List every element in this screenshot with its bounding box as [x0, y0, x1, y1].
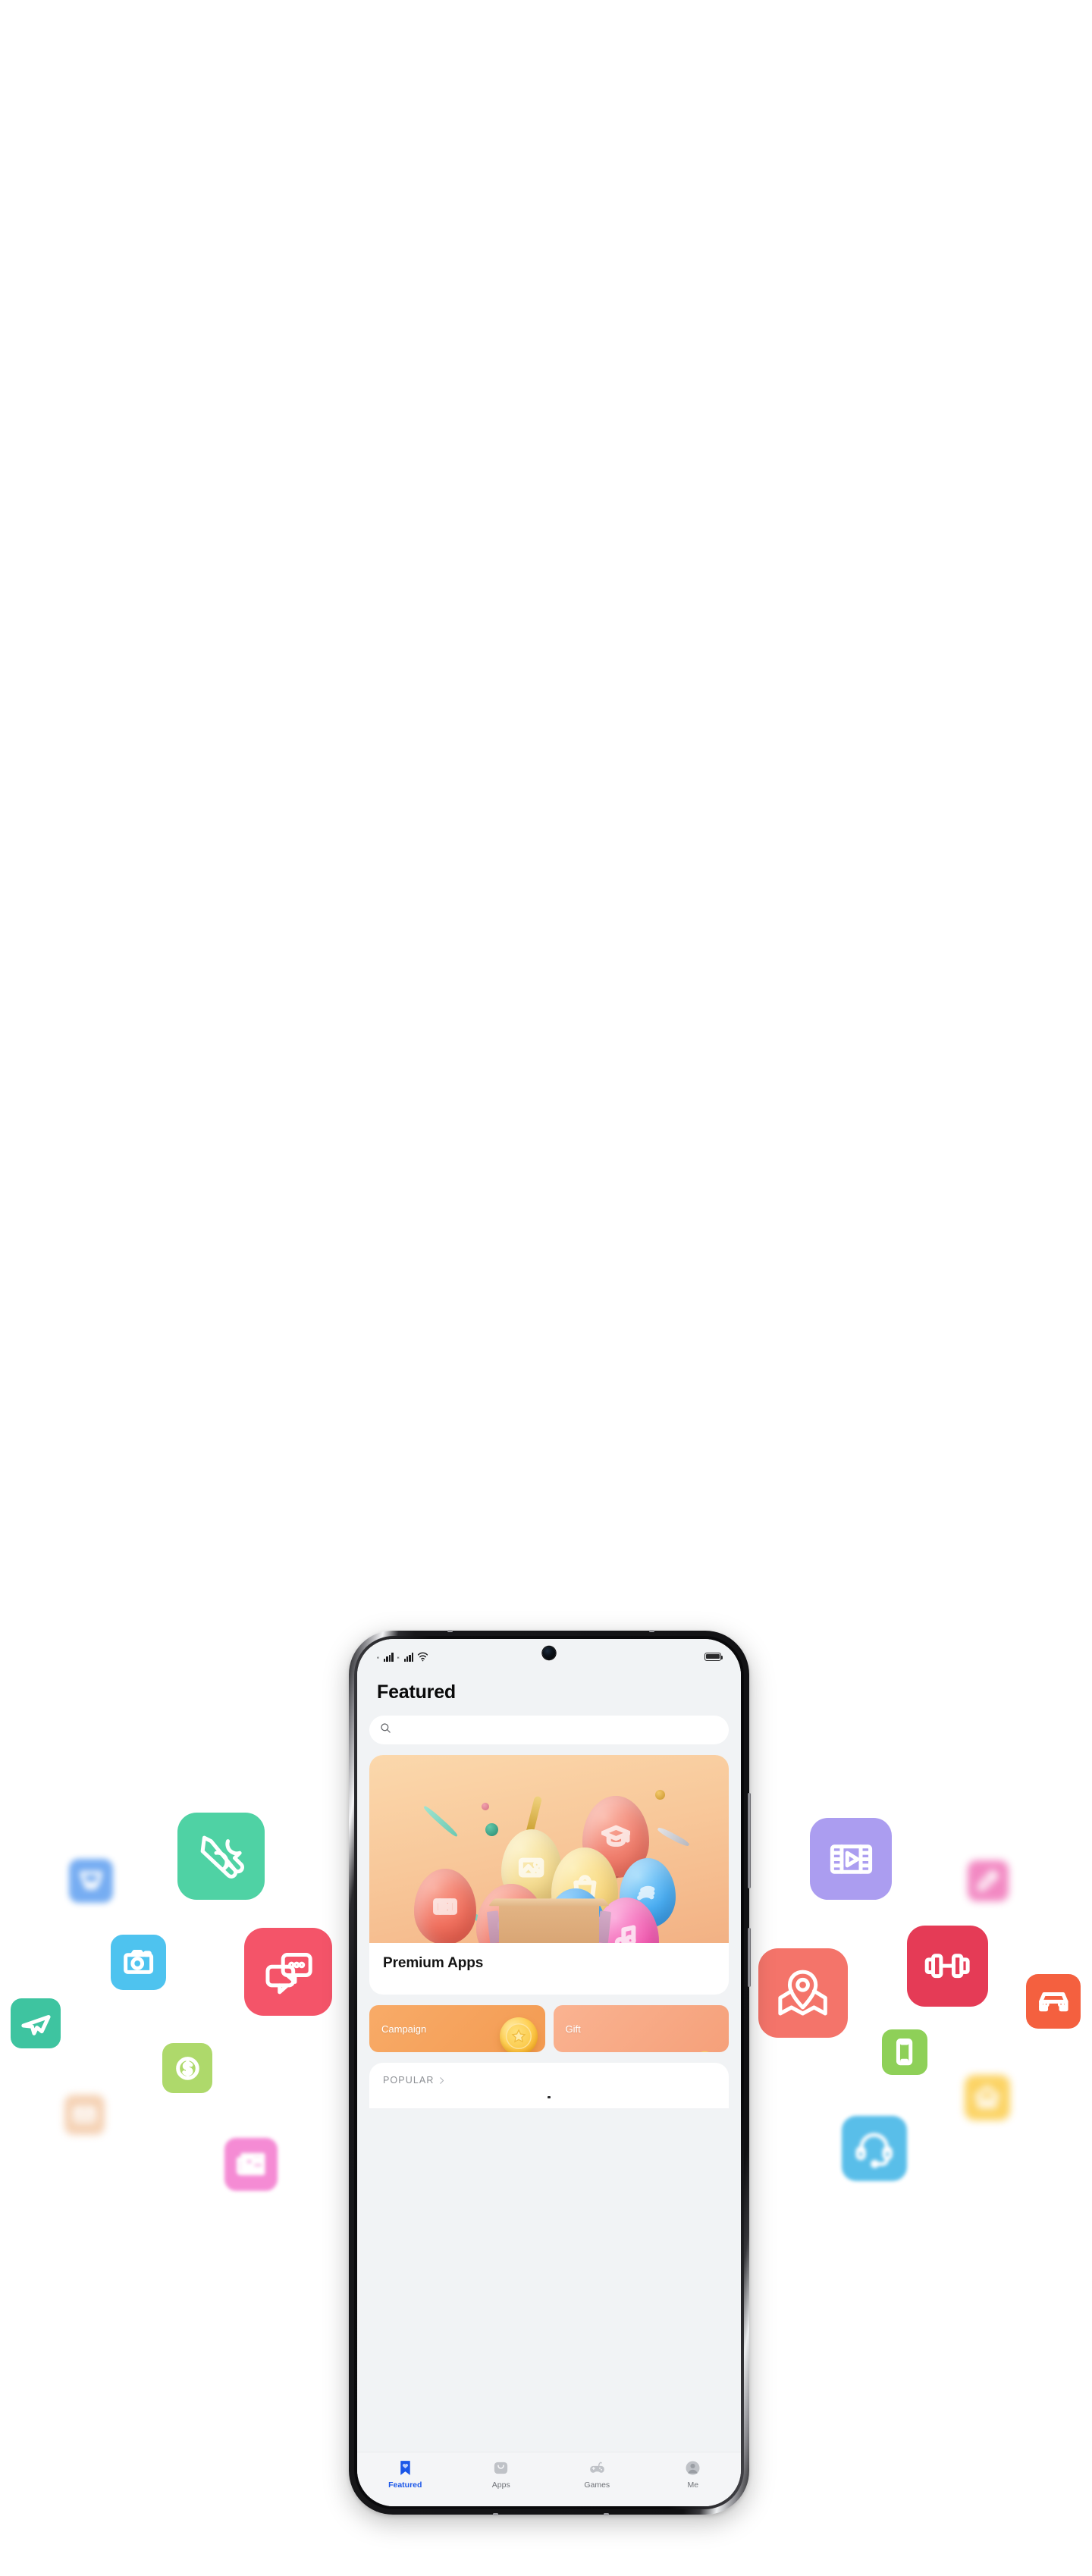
sim1-label: “: [377, 1655, 379, 1663]
popular-title: POPULAR: [383, 2075, 435, 2086]
nav-item-apps[interactable]: Apps: [453, 2459, 550, 2490]
bottom-navigation: Featured Apps Games Me: [357, 2452, 741, 2506]
nav-item-games[interactable]: Games: [549, 2459, 645, 2490]
pencil-icon: [968, 1860, 1009, 1901]
sim2-label: “: [397, 1655, 400, 1663]
home-icon: [965, 2075, 1010, 2120]
popular-header[interactable]: POPULAR: [383, 2075, 715, 2086]
search-icon: [380, 1722, 391, 1738]
hero-title: Premium Apps: [383, 1955, 484, 1971]
popular-list-peek: [383, 2096, 715, 2108]
antenna-line: [604, 2513, 609, 2515]
dollar-coin-icon: [162, 2043, 212, 2093]
antenna-line: [649, 1630, 654, 1632]
map-pin-icon: [758, 1948, 848, 2038]
headset-icon: [842, 2116, 907, 2181]
app-bag-icon: [492, 2459, 510, 2477]
nav-label-me: Me: [687, 2480, 699, 2490]
nav-item-me[interactable]: Me: [645, 2459, 742, 2490]
status-bar-left: “ “: [377, 1652, 428, 1662]
scroll-content[interactable]: Premium Apps Campaign Gift POPULAR: [357, 1716, 741, 2452]
signal-bars-icon: [384, 1652, 394, 1662]
promo-row: Campaign Gift: [369, 2005, 729, 2052]
dumbbell-icon: [907, 1926, 988, 2007]
video-balloon: [414, 1869, 476, 1943]
graduation-cap-icon: [601, 1819, 631, 1855]
tools-icon: [177, 1813, 265, 1900]
chevron-right-icon[interactable]: [438, 2076, 446, 2085]
status-bar: “ “: [357, 1639, 741, 1674]
person-icon: [684, 2459, 701, 2477]
camera-icon: [111, 1935, 166, 1990]
page-title: Featured: [357, 1674, 741, 1716]
bookmark-heart-icon: [397, 2459, 414, 2477]
nav-label-featured: Featured: [388, 2480, 422, 2490]
search-input[interactable]: [397, 1725, 718, 1735]
campaign-card[interactable]: Campaign: [369, 2005, 545, 2052]
wifi-icon: [417, 1652, 428, 1662]
phone-screen: “ “ Featured Premium Apps Campaign Gift …: [357, 1639, 741, 2506]
chat-bubbles-icon: [244, 1928, 332, 2016]
page-root: “ “ Featured Premium Apps Campaign Gift …: [0, 0, 1092, 2576]
decor-ribbon: [422, 1804, 459, 1838]
image-icon: [518, 1851, 544, 1884]
gift-box-art: [486, 1891, 612, 1943]
music-note-icon: [612, 1919, 641, 1943]
status-bar-right: [704, 1652, 723, 1661]
search-bar[interactable]: [369, 1716, 729, 1744]
nav-label-apps: Apps: [491, 2480, 510, 2490]
phone-device: “ “ Featured Premium Apps Campaign Gift …: [349, 1630, 751, 2515]
car-icon: [1026, 1974, 1081, 2029]
power-button[interactable]: [748, 1928, 751, 1987]
shopping-cart-icon: [69, 1859, 113, 1903]
decor-bead: [655, 1790, 665, 1800]
gift-label: Gift: [565, 2023, 581, 2035]
decor-bead: [482, 1803, 489, 1810]
news-icon: [224, 2138, 278, 2191]
front-camera: [542, 1647, 556, 1659]
gift-card[interactable]: Gift: [553, 2005, 729, 2052]
box-rim: [488, 1898, 610, 1907]
mobile-phone-icon: [882, 2029, 927, 2075]
signal-bars-icon: [403, 1652, 414, 1662]
hero-card[interactable]: Premium Apps: [369, 1755, 729, 1995]
battery-full-icon: [704, 1652, 723, 1661]
decor-bead: [485, 1823, 498, 1836]
star-coin-icon: [499, 2017, 538, 2052]
hero-artwork: [369, 1755, 729, 1943]
nav-label-games: Games: [584, 2480, 610, 2490]
video-icon: [810, 1818, 892, 1900]
campaign-label: Campaign: [381, 2023, 427, 2035]
popular-section[interactable]: POPULAR: [369, 2063, 729, 2108]
film-icon: [431, 1890, 459, 1923]
volume-button[interactable]: [748, 1793, 751, 1888]
mail-icon: [64, 2095, 105, 2135]
nav-item-featured[interactable]: Featured: [357, 2459, 453, 2490]
decor-ribbon: [656, 1825, 691, 1848]
antenna-line: [493, 2513, 498, 2515]
antenna-line: [447, 1630, 453, 1632]
airplane-icon: [11, 1998, 61, 2048]
box-front: [499, 1902, 599, 1943]
gamepad-icon: [588, 2459, 606, 2477]
